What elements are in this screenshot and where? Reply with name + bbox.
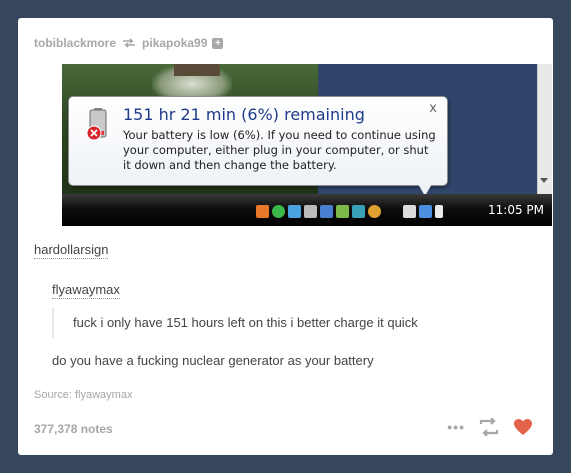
quote-border [34,266,528,267]
reblogged-from-link[interactable]: pikapoka99 [142,36,207,50]
wrench-icon [304,204,317,218]
update-icon [368,204,381,218]
reblog-icon [123,38,136,48]
post-header: tobiblackmore pikapoka99 + [34,34,224,52]
more-icon[interactable]: ••• [447,419,465,435]
monitor-icon [320,204,333,218]
taskbar-clock: 11:05 PM [488,203,544,217]
window-scrollbar [537,64,552,194]
antivirus-icon [256,204,269,218]
reply-text: do you have a fucking nuclear generator … [52,353,374,368]
volume-icon [435,204,443,218]
notes-count[interactable]: 377,378 notes [34,422,113,436]
shield-icon [288,204,301,218]
close-icon: x [429,101,437,116]
follow-icon[interactable]: + [212,37,224,49]
post-card: tobiblackmore pikapoka99 + 151 hr 21 min… [18,18,553,455]
reblog-button-icon[interactable] [479,418,499,436]
source-label: Source: [34,389,72,401]
network-icon [352,204,365,218]
source-link[interactable]: flyawaymax [75,389,132,401]
post-actions: ••• [447,418,533,436]
battery-warning-icon [86,108,107,141]
battery-icon [403,204,416,218]
source-line: Source: flyawaymax [34,389,132,401]
connection-icon [419,204,432,218]
original-user-link[interactable]: flyawaymax [52,282,120,299]
spotify-icon [272,204,285,218]
author-link[interactable]: tobiblackmore [34,36,116,50]
quote-text: fuck i only have 151 hours left on this … [73,315,418,330]
chart-icon [336,204,349,218]
heart-icon[interactable] [513,418,533,436]
reblog-user-link[interactable]: hardollarsign [34,242,109,259]
notification-body: Your battery is low (6%). If you need to… [123,128,436,172]
scroll-down-icon [540,178,548,183]
notification-title: 151 hr 21 min (6%) remaining [123,105,365,124]
system-tray [256,203,443,219]
screenshot-image: 151 hr 21 min (6%) remaining Your batter… [62,64,552,226]
wallpaper-sign [174,64,220,76]
taskbar: 11:05 PM [62,194,552,226]
battery-notification: 151 hr 21 min (6%) remaining Your batter… [68,96,448,186]
